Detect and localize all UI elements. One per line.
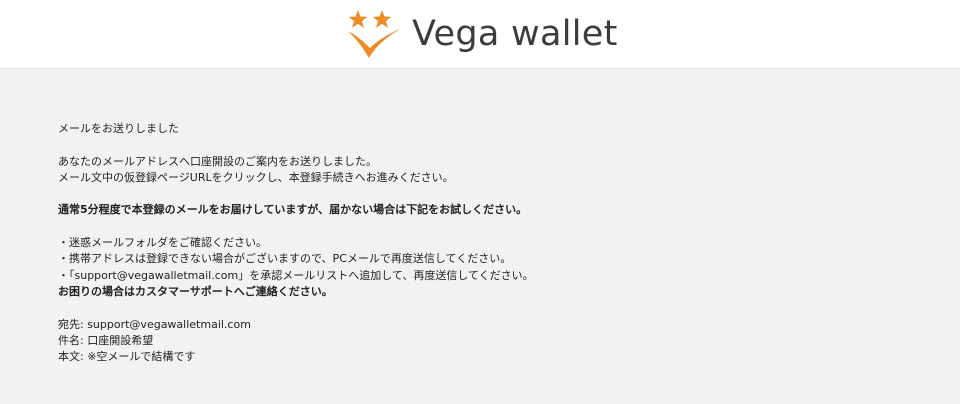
brand-logo[interactable]: Vega wallet <box>342 6 618 62</box>
support-heading: お困りの場合はカスタマーサポートへご連絡ください。 <box>58 284 333 298</box>
intro-line-1: あなたのメールアドレスへ口座開設のご案内をお送りしました。 <box>58 154 377 168</box>
site-header: Vega wallet <box>0 0 960 69</box>
brand-name: Vega wallet <box>412 14 618 54</box>
tip-spam-folder: ・迷惑メールフォルダをご確認ください。 <box>58 236 267 250</box>
tip-mobile-address: ・携帯アドレスは登録できない場合がございますので、PCメールで再度送信してくださ… <box>58 252 512 266</box>
vega-stars-v-logo-icon <box>348 10 402 58</box>
support-email-body: 本文: ※空メールで結構です <box>58 350 196 364</box>
tip-whitelist: ・「support@vegawalletmail.com」を承認メールリストへ追… <box>58 268 534 282</box>
email-sent-message: メールをお送りしました あなたのメールアドレスへ口座開設のご案内をお送りしました… <box>58 121 918 365</box>
delivery-notice: 通常5分程度で本登録のメールをお届けしていますが、届かない場合は下記をお試しくだ… <box>58 203 528 217</box>
sent-title: メールをお送りしました <box>58 122 179 135</box>
support-email-subject: 件名: 口座開設希望 <box>58 333 154 347</box>
intro-line-2: メール文中の仮登録ページURLをクリックし、本登録手続きへお進みください。 <box>58 170 454 184</box>
support-email-to: 宛先: support@vegawalletmail.com <box>58 317 251 331</box>
